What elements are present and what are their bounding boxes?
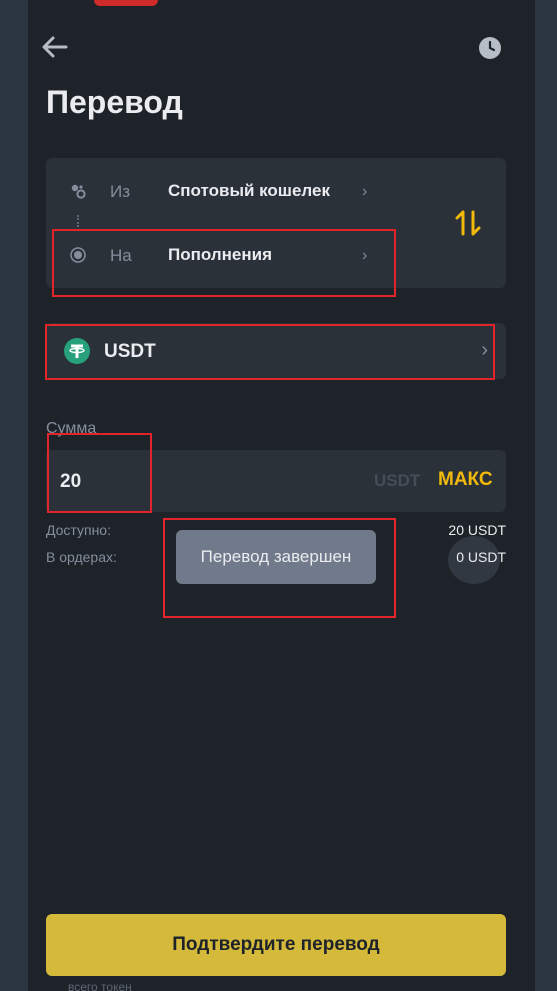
available-label: Доступно: [46, 522, 111, 538]
coin-selector[interactable]: USDT › [46, 323, 506, 379]
app-screen: Перевод Из Спотовый кошелек › На Пополне… [28, 0, 535, 991]
swap-vertical-icon [455, 210, 481, 236]
amount-field: USDT МАКС [46, 450, 506, 512]
status-notch [94, 0, 158, 6]
route-connector [77, 215, 81, 227]
amount-unit: USDT [374, 471, 421, 490]
back-button[interactable] [40, 34, 70, 60]
from-wallet-row[interactable]: Из Спотовый кошелек › [46, 164, 426, 218]
device-frame-right [535, 0, 557, 991]
clock-icon [479, 37, 501, 59]
transfer-complete-toast: Перевод завершен [176, 530, 376, 584]
target-icon [70, 247, 86, 263]
chevron-right-icon: › [481, 339, 488, 361]
coin-name: USDT [104, 341, 156, 362]
swap-button[interactable] [454, 208, 482, 238]
device-frame-left [0, 0, 28, 991]
amount-input[interactable] [58, 464, 242, 500]
chevron-right-icon: › [362, 183, 368, 200]
from-value: Спотовый кошелек [168, 181, 330, 200]
page-title: Перевод [46, 84, 183, 120]
to-wallet-row[interactable]: На Пополнения › [46, 228, 426, 282]
confirm-transfer-button[interactable]: Подтвердите перевод [46, 914, 506, 976]
to-label: На [110, 246, 132, 265]
transfer-card: Из Спотовый кошелек › На Пополнения › [46, 158, 506, 288]
amount-label: Сумма [46, 420, 97, 437]
history-button[interactable] [478, 36, 502, 60]
chevron-right-icon: › [362, 247, 368, 264]
wallet-icon [71, 184, 86, 199]
max-button[interactable]: МАКС [438, 469, 493, 491]
in-orders-value: 0 USDT [456, 549, 506, 565]
footer-hint: всего токен [68, 980, 132, 991]
tether-icon [64, 338, 90, 364]
arrow-left-icon [42, 36, 68, 58]
in-orders-label: В ордерах: [46, 549, 117, 565]
from-label: Из [110, 182, 131, 201]
to-value: Пополнения [168, 245, 272, 264]
